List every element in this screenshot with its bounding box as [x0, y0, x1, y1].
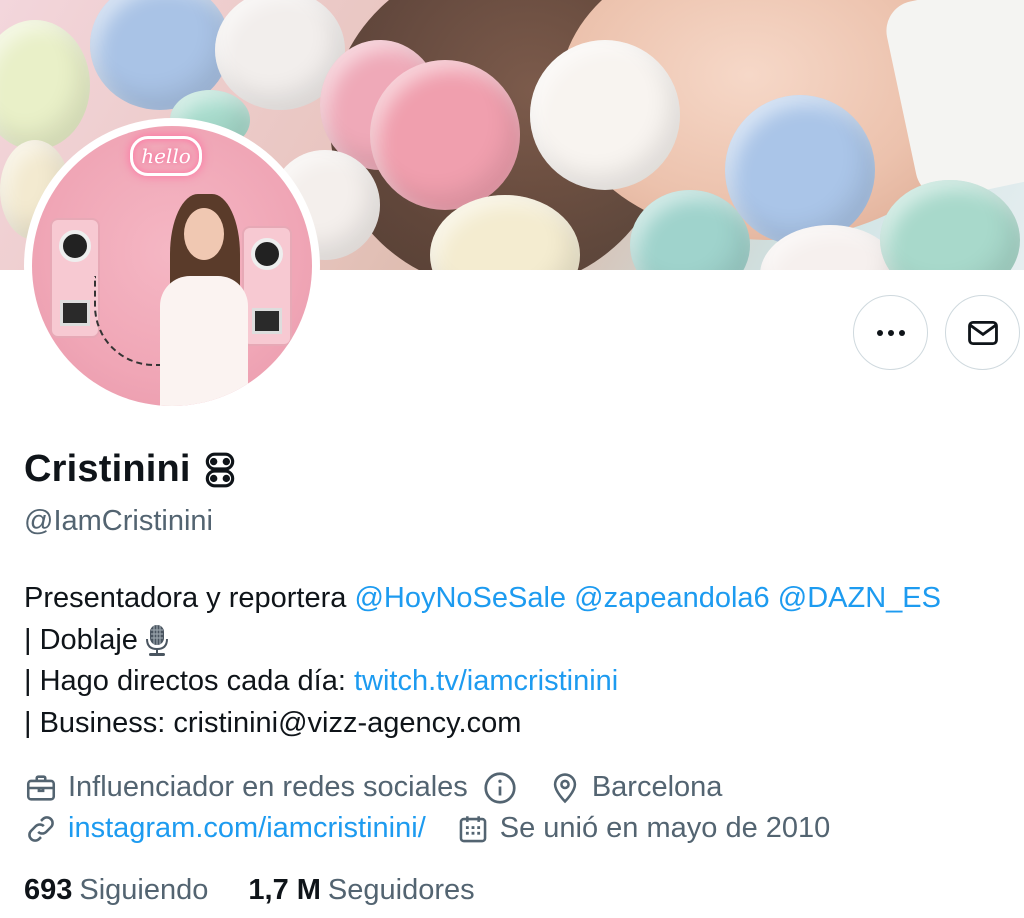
person-face [184, 208, 224, 260]
following-count: 693 [24, 874, 73, 906]
neon-sign: hello [130, 136, 202, 176]
category-text: Influenciador en redes sociales [68, 771, 468, 803]
more-dots-icon [876, 329, 905, 336]
envelope-icon [967, 320, 998, 345]
bio-line: | Hago directos cada día: twitch.tv/iamc… [24, 661, 1014, 703]
followers-count: 1,7 M [248, 874, 321, 906]
wall-phone-left [50, 218, 100, 338]
joined-text: Se unió en mayo de 2010 [499, 812, 831, 844]
message-button[interactable] [945, 295, 1020, 370]
profile-handle: @IamCristinini [24, 505, 213, 537]
bio-line: Presentadora y reportera @HoyNoSeSale @z… [24, 578, 1014, 620]
calendar-icon [459, 815, 487, 842]
bio-line: | Doblaje [24, 620, 1014, 662]
category-item: Influenciador en redes sociales [24, 770, 518, 806]
profile-stats: 693 Siguiendo 1,7 M Seguidores [24, 874, 475, 907]
location-item: Barcelona [548, 771, 723, 805]
ball [530, 40, 680, 190]
avatar-photo: hello [32, 126, 312, 406]
ball [0, 20, 90, 150]
profile-name-row: Cristinini [24, 448, 239, 491]
wall-phone-right [242, 226, 292, 346]
website-item: instagram.com/iamcristinini/ [24, 812, 426, 846]
mention-link[interactable]: @zapeandola6 [574, 578, 770, 620]
meta-row: instagram.com/iamcristinini/ Se unió en … [24, 808, 860, 849]
microphone-icon [145, 625, 168, 657]
location-text: Barcelona [591, 771, 723, 803]
mention-link[interactable]: @DAZN_ES [778, 578, 941, 620]
following-link[interactable]: 693 Siguiendo [24, 874, 208, 907]
website-link[interactable]: instagram.com/iamcristinini/ [68, 812, 426, 845]
bio-text: | Doblaje [24, 623, 138, 656]
ball [725, 95, 875, 245]
mention-link[interactable]: @HoyNoSeSale [354, 578, 566, 620]
followers-link[interactable]: 1,7 M Seguidores [248, 874, 474, 907]
briefcase-icon [26, 774, 56, 801]
link-icon [28, 815, 54, 842]
more-options-button[interactable] [853, 295, 928, 370]
profile-meta: Influenciador en redes sociales Barcelon… [24, 767, 860, 849]
profile-bio: Presentadora y reportera @HoyNoSeSale @z… [24, 578, 1014, 744]
twitch-link[interactable]: twitch.tv/iamcristinini [354, 661, 618, 703]
info-icon[interactable] [482, 770, 518, 806]
ball [370, 60, 520, 210]
following-label: Siguiendo [79, 874, 209, 906]
controller-icon [205, 452, 234, 487]
person-body [160, 276, 248, 406]
bio-line: | Business: cristinini@vizz-agency.com [24, 703, 1014, 745]
location-pin-icon [553, 772, 577, 803]
bio-text: Presentadora y reportera [24, 582, 355, 614]
bio-text: | Hago directos cada día: [24, 665, 354, 697]
followers-label: Seguidores [327, 874, 475, 906]
joined-item: Se unió en mayo de 2010 [456, 812, 831, 846]
profile-avatar[interactable]: hello [24, 118, 320, 414]
profile-name: Cristinini [24, 448, 191, 490]
meta-row: Influenciador en redes sociales Barcelon… [24, 767, 860, 808]
bio-text: | Business: cristinini@vizz-agency.com [24, 706, 522, 739]
